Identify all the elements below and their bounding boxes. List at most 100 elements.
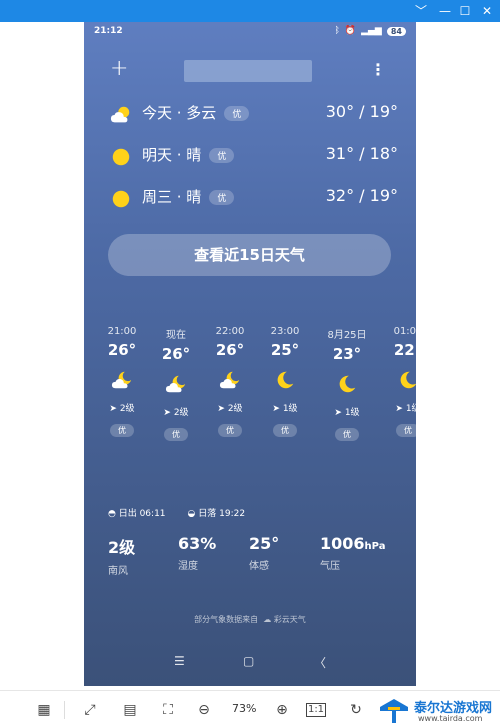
partly-cloudy-icon [110,106,130,123]
forecast-row-today[interactable]: 今天 · 多云优 30° / 19° [108,96,398,138]
phone-screen: 21:12 ᛒ ⏰ ▂▄▆ 84 + ⋮ 今天 · 多云优 30° / 19° … [84,22,416,686]
collapse-button[interactable]: ﹀ [412,3,430,19]
city-name-redacted [184,60,312,82]
forecast-label: 周三 · 晴优 [142,186,235,207]
maximize-button[interactable]: ☐ [456,3,474,19]
hour-time: 23:00 [270,326,300,337]
hour-wind: ➤ 1级 [395,404,416,414]
hour-temp: 22° [393,341,416,359]
watermark-url: www.tairda.com [418,714,483,723]
wind-arrow-icon: ➤ [272,404,283,414]
wind-arrow-icon: ➤ [334,408,345,418]
battery-icon: 84 [386,26,406,36]
forecast-row-tomorrow[interactable]: 明天 · 晴优 31° / 18° [108,138,398,180]
watermark-logo-icon [380,699,408,723]
zoom-level: 73% [232,702,257,715]
forecast-temp: 31° / 18° [325,144,398,163]
home-nav-button[interactable]: ▢ [243,654,254,668]
hour-time: 21:00 [107,326,137,337]
cloudy-moon-icon [219,371,240,389]
sun-times: ◓ 日出 06:11 ◒ 日落 19:22 [108,506,245,519]
wind-arrow-icon: ➤ [163,408,174,418]
hourly-forecast[interactable]: 21:00 26° ➤ 2级 优 现在 26° ➤ 2级 优 22:00 26° [84,326,416,456]
detail-humidity: 63% 湿度 [178,534,216,572]
hour-time: 01:00 [393,326,416,337]
hour-temp: 26° [215,341,245,359]
hour-aqi-badge: 优 [273,424,297,437]
detail-unit: hPa [364,541,386,552]
menu-nav-button[interactable]: ☰ [174,654,185,668]
wind-arrow-icon: ➤ [109,404,120,414]
daily-forecast: 今天 · 多云优 30° / 19° 明天 · 晴优 31° / 18° 周三 … [108,96,398,222]
moon-icon [277,371,294,389]
moon-icon [339,375,356,393]
hour-time: 现在 [166,330,186,341]
forecast-label: 今天 · 多云优 [142,102,250,123]
top-bar: + ⋮ [84,56,416,82]
wind-arrow-icon: ➤ [217,404,228,414]
add-city-button[interactable]: + [110,56,128,81]
hour-aqi-badge: 优 [110,424,134,437]
thumbnail-view-icon[interactable]: ▦ [34,701,54,719]
hour-time: 8月25日 [327,330,367,341]
cloudy-moon-icon [165,375,186,393]
sun-icon [112,190,130,208]
status-time: 21:12 [94,26,123,36]
hour-item: 8月25日 23° ➤ 1级 优 [317,326,377,441]
detail-feels-like: 25° 体感 [249,534,279,572]
hour-aqi-badge: 优 [396,424,416,437]
forecast-label: 明天 · 晴优 [142,144,235,165]
alarm-icon: ⏰ [344,26,357,36]
minimize-button[interactable]: — [436,3,454,19]
back-nav-button[interactable]: 〈 [314,654,326,671]
crop-icon[interactable]: ⛶ [158,701,178,719]
signal-icon: ▂▄▆ [361,26,382,36]
forecast-temp: 30° / 19° [325,102,398,121]
zoom-out-icon[interactable]: ⊖ [194,701,214,719]
hour-wind: ➤ 1级 [272,404,298,414]
close-button[interactable]: ✕ [478,3,496,19]
aqi-badge: 优 [209,190,235,205]
data-source[interactable]: 部分气象数据来自 ☁ 彩云天气 [84,614,416,625]
hour-item: 23:00 25° ➤ 1级 优 [255,326,315,437]
site-watermark: 泰尔达游戏网 www.tairda.com [378,695,500,727]
hour-temp: 26° [161,345,191,363]
actual-size-icon[interactable]: 1:1 [306,703,326,717]
hour-item: 现在 26° ➤ 2级 优 [146,326,206,441]
sunset-item: ◒ 日落 19:22 [187,509,246,519]
window-titlebar: ﹀ — ☐ ✕ [0,0,500,22]
zoom-in-icon[interactable]: ⊕ [272,701,292,719]
view-15-day-button[interactable]: 查看近15日天气 [108,234,391,276]
forecast-row-wednesday[interactable]: 周三 · 晴优 32° / 19° [108,180,398,222]
hour-temp: 23° [332,345,362,363]
sunrise-item: ◓ 日出 06:11 [108,509,166,519]
bluetooth-icon: ᛒ [334,26,340,36]
hour-temp: 26° [107,341,137,359]
status-icons: ᛒ ⏰ ▂▄▆ 84 [334,26,406,36]
rotate-icon[interactable]: ↻ [346,701,366,719]
sunrise-icon: ◓ [108,509,119,519]
sunset-icon: ◒ [187,509,199,519]
moon-icon [400,371,416,389]
detail-wind: 2级 南风 [108,534,135,577]
detail-value: 1006hPa [320,534,386,553]
hour-wind: ➤ 2级 [217,404,243,414]
more-options-button[interactable]: ⋮ [370,60,386,79]
text-recognition-icon[interactable]: ▤ [120,701,140,719]
android-nav-bar: ☰ ▢ 〈 [84,654,416,674]
aqi-badge: 优 [224,106,250,121]
detail-label: 气压 [320,561,340,572]
detail-value: 2级 [108,538,136,557]
hour-wind: ➤ 2级 [163,408,189,418]
detail-label: 湿度 [178,561,198,572]
hour-wind: ➤ 2级 [109,404,135,414]
detail-value: 63% [178,534,217,553]
cloudy-moon-icon [111,371,132,389]
hour-aqi-badge: 优 [335,428,359,441]
fit-screen-icon[interactable]: ⤢ [80,701,100,719]
hour-item: 21:00 26° ➤ 2级 优 [92,326,152,437]
detail-pressure: 1006hPa 气压 [320,534,385,572]
wind-arrow-icon: ➤ [395,404,406,414]
hour-aqi-badge: 优 [164,428,188,441]
forecast-temp: 32° / 19° [325,186,398,205]
